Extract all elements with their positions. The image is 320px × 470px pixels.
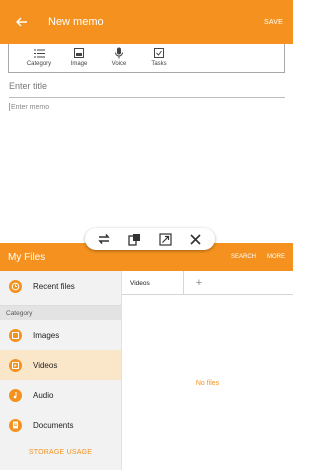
- memo-placeholder: Enter memo: [11, 103, 50, 111]
- sidebar-item-recent-files[interactable]: Recent files: [0, 271, 121, 301]
- swap-icon[interactable]: [95, 230, 113, 248]
- tab-bar: Videos +: [122, 271, 293, 295]
- category-header: Category: [0, 306, 121, 320]
- sidebar-item-images[interactable]: Images: [0, 320, 121, 350]
- sidebar-item-label: Audio: [33, 390, 54, 400]
- voice-label: Voice: [111, 61, 127, 67]
- search-button[interactable]: SEARCH: [231, 254, 256, 260]
- memo-input[interactable]: Enter memo: [9, 103, 285, 223]
- video-icon: [9, 358, 22, 372]
- memo-title: New memo: [48, 16, 104, 28]
- sidebar-item-videos[interactable]: Videos: [0, 350, 121, 380]
- sidebar-item-label: Documents: [33, 420, 74, 430]
- tab-videos[interactable]: Videos: [122, 271, 184, 295]
- memo-toolbar: Category Image Voice Tasks: [8, 44, 285, 73]
- tasks-label: Tasks: [151, 61, 167, 67]
- music-note-icon: [9, 388, 22, 402]
- files-content: Videos + No files: [122, 271, 293, 470]
- expand-icon[interactable]: [156, 230, 174, 248]
- sidebar-item-label: Videos: [33, 360, 58, 370]
- voice-button[interactable]: Voice: [99, 44, 139, 72]
- sidebar-item-documents[interactable]: Documents: [0, 410, 121, 440]
- storage-usage-button[interactable]: STORAGE USAGE: [0, 449, 121, 456]
- multi-window-controls: [85, 228, 215, 250]
- pop-up-view-icon[interactable]: [126, 230, 144, 248]
- category-button[interactable]: Category: [19, 44, 59, 72]
- back-arrow-icon[interactable]: [16, 15, 36, 29]
- sidebar-item-label: Recent files: [33, 281, 75, 291]
- list-icon: [33, 47, 45, 59]
- save-button[interactable]: SAVE: [264, 19, 283, 26]
- microphone-icon: [113, 47, 125, 59]
- document-icon: [9, 418, 22, 432]
- image-icon: [9, 328, 22, 342]
- files-sidebar: Recent files Category Images Videos Audi…: [0, 271, 122, 470]
- memo-app-bar: New memo SAVE: [0, 0, 293, 44]
- checkbox-icon: [153, 47, 165, 59]
- empty-message: No files: [195, 380, 220, 387]
- add-tab-button[interactable]: +: [184, 271, 214, 294]
- more-button[interactable]: MORE: [267, 254, 285, 260]
- text-cursor: [9, 103, 10, 111]
- clock-icon: [9, 279, 22, 293]
- sidebar-item-label: Images: [33, 330, 60, 340]
- my-files-title: My Files: [8, 251, 46, 263]
- image-label: Image: [70, 61, 88, 67]
- image-icon: [73, 47, 85, 59]
- title-input[interactable]: Enter title: [9, 78, 285, 98]
- category-label: Category: [26, 61, 52, 67]
- tasks-button[interactable]: Tasks: [139, 44, 179, 72]
- image-button[interactable]: Image: [59, 44, 99, 72]
- sidebar-item-audio[interactable]: Audio: [0, 380, 121, 410]
- close-icon[interactable]: [187, 230, 205, 248]
